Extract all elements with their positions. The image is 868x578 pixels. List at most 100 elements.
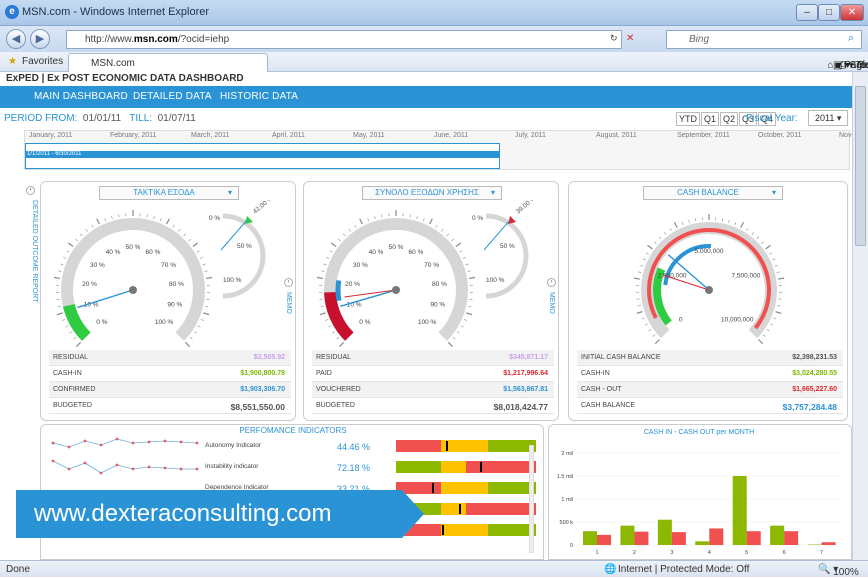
expand-memo-icon[interactable]: › <box>547 278 556 287</box>
forward-button[interactable]: ▶ <box>30 29 50 49</box>
tab-msn[interactable]: MSN.com <box>68 53 268 72</box>
main-nav: MAIN DASHBOARD DETAILED DATA HISTORIC DA… <box>0 86 852 108</box>
bullet-segment <box>466 503 536 515</box>
gauge-tick <box>355 225 357 228</box>
gauge-tick-label: 80 % <box>169 281 184 288</box>
small-gauge-label: 100 % <box>486 277 505 284</box>
expand-left-icon[interactable]: › <box>26 186 35 195</box>
nav-historic-data[interactable]: HISTORIC DATA <box>220 91 298 102</box>
bullet-marker <box>480 462 482 472</box>
summary-value: $8,551,550.00 <box>231 402 285 412</box>
bar <box>620 526 634 545</box>
gauge-summary-table: RESIDUAL$345,871.17PAID$1,217,996.64VOUC… <box>312 350 554 414</box>
summary-row: RESIDUAL$345,871.17 <box>312 350 554 366</box>
gauge-tick <box>766 245 771 249</box>
gauge-tick <box>777 272 780 273</box>
y-tick-label: 1.5 mil <box>557 474 573 480</box>
memo-tab[interactable]: MEMO <box>548 292 555 314</box>
gauge-tick <box>762 242 764 244</box>
timeline-month-label: Novemb <box>839 132 852 139</box>
gauge-hub <box>705 286 713 294</box>
gauge-title-select[interactable]: ΣΥΝΟΛΟ ΕΞΟΔΩΝ ΧΡΗΣΗΣ ▾ <box>362 186 502 200</box>
gauge-tick <box>368 218 369 221</box>
page-content: ExPED | Ex POST ECONOMIC DATA DASHBOARD … <box>0 72 852 560</box>
gauge-tick <box>410 214 411 217</box>
page-scrollbar[interactable] <box>852 72 868 560</box>
gauge-tick <box>321 306 324 307</box>
gauge-tick <box>659 237 661 239</box>
gauge-tick <box>773 318 776 319</box>
window-title: MSN.com - Windows Internet Explorer <box>22 6 209 18</box>
gauge-tick <box>375 216 376 219</box>
gauge-tick <box>640 265 643 266</box>
y-tick-label: 2 mil <box>561 451 573 457</box>
scrollbar-thumb[interactable] <box>855 86 866 246</box>
nav-main-dashboard[interactable]: MAIN DASHBOARD <box>34 91 128 102</box>
chevron-down-icon: ▾ <box>772 187 776 199</box>
bullet-segment <box>441 482 489 494</box>
maximize-button[interactable]: □ <box>818 4 840 21</box>
gauge-tick <box>76 342 80 346</box>
favorites-star-icon[interactable]: ★ <box>8 56 17 67</box>
x-tick-label: 3 <box>670 550 673 556</box>
gauge-title-select[interactable]: ΤΑΚΤΙΚΑ ΕΣΟΔΑ ▾ <box>99 186 239 200</box>
bullet-segment <box>466 461 536 473</box>
timeline-selector[interactable]: January, 2011February, 2011March, 2011Ap… <box>24 130 850 170</box>
performance-row: Autonomy Indicator44.46 % <box>41 439 537 456</box>
refresh-icon[interactable]: ↻ <box>610 33 618 44</box>
y-tick-label: 500 k <box>560 520 574 526</box>
favorites-button[interactable]: Favorites <box>22 56 63 67</box>
back-button[interactable]: ◀ <box>6 29 26 49</box>
detailed-outcome-report-tab[interactable]: DETAILED OUTCOME REPORT <box>30 200 38 310</box>
gauge-tick <box>67 251 70 253</box>
x-tick-label: 1 <box>595 550 598 556</box>
search-icon[interactable]: ⌕ <box>848 32 854 45</box>
chevron-down-icon: ▾ <box>491 187 495 199</box>
gauge-tick <box>147 214 148 217</box>
zoom-level[interactable]: 🔍 100% ▾ <box>818 564 838 575</box>
gauge-tick-label: 7,500,000 <box>731 273 760 280</box>
q1-button[interactable]: Q1 <box>701 112 719 126</box>
gauge-tick <box>758 339 762 343</box>
small-gauge-value: 42.00 % <box>252 200 275 216</box>
nav-detailed-data[interactable]: DETAILED DATA <box>133 91 212 102</box>
q2-button[interactable]: Q2 <box>720 112 738 126</box>
gauge-tick <box>112 216 113 219</box>
address-input[interactable]: http://www.msn.com/?ocid=iehp <box>66 30 622 49</box>
gauge-tick <box>178 229 180 231</box>
summary-value: $1,900,800.78 <box>240 370 285 377</box>
performance-scrollbar[interactable] <box>529 445 534 553</box>
gauge-tick <box>75 239 77 241</box>
gauge-tick-label: 0 <box>679 316 683 323</box>
gauge-tick <box>645 324 648 325</box>
expand-memo-icon[interactable]: › <box>284 278 293 287</box>
summary-row: INITIAL CASH BALANCE$2,398,231.53 <box>577 350 843 366</box>
gauge-tick <box>747 228 749 231</box>
gauge-title-select[interactable]: CASH BALANCE ▾ <box>643 186 783 200</box>
stop-icon[interactable]: ✕ <box>626 33 634 44</box>
gauge-tick <box>92 225 94 228</box>
gauge-tick <box>58 306 61 307</box>
ie-logo-icon: e <box>5 5 19 19</box>
gauge-tick <box>337 337 339 339</box>
fiscal-year-select[interactable]: 2011 ▾ <box>808 110 848 126</box>
close-button[interactable]: ✕ <box>840 4 864 21</box>
memo-tab[interactable]: MEMO <box>285 292 292 314</box>
small-gauge-label: 0 % <box>472 215 483 222</box>
gauge-tick <box>638 305 641 306</box>
x-tick-label: 7 <box>820 550 823 556</box>
bar <box>658 520 672 545</box>
summary-key: CASH-IN <box>53 370 82 377</box>
summary-value: $1,665,227.60 <box>792 386 837 393</box>
cash-chart-panel: CASH IN - CASH OUT per MONTH 0500 k1 mil… <box>548 424 852 560</box>
gauge-tick <box>648 245 653 249</box>
gauge-hub <box>129 286 137 294</box>
gauge-svg: 0 %10 %20 %30 %40 %50 %60 %70 %80 %90 %1… <box>41 200 297 350</box>
search-input[interactable]: Bing <box>666 30 862 49</box>
ytd-button[interactable]: YTD <box>676 112 700 126</box>
timeline-month-label: April, 2011 <box>272 132 305 139</box>
summary-value: $3,757,284.48 <box>783 402 837 412</box>
summary-row: BUDGETED$8,018,424.77 <box>312 398 554 414</box>
timeline-month-label: May, 2011 <box>353 132 385 139</box>
minimize-button[interactable]: – <box>796 4 818 21</box>
